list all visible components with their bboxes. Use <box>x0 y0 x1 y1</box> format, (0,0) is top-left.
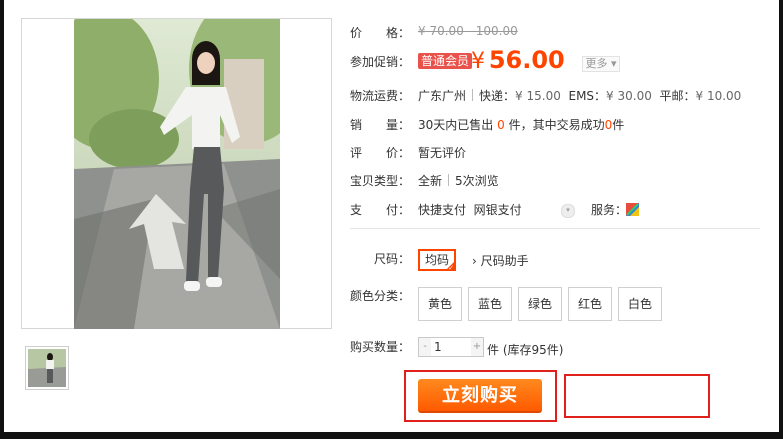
post-fee: ¥ 10.00 <box>695 89 742 103</box>
buy-now-button[interactable]: 立刻购买 <box>418 379 542 413</box>
divider <box>448 174 450 186</box>
buy-now-highlight: 立刻购买 <box>404 370 557 422</box>
express-fee: ¥ 15.00 <box>515 89 561 103</box>
original-price-currency: ¥ <box>418 24 426 38</box>
item-condition: 全新 <box>418 174 443 188</box>
add-to-cart-placeholder[interactable] <box>564 374 710 418</box>
service-label: 服务： <box>591 203 628 217</box>
product-photo <box>74 19 280 329</box>
payment-methods: 快捷支付 网银支付 <box>418 201 522 218</box>
promo-label: 参加促销： <box>350 55 411 69</box>
size-helper-link[interactable]: › 尺码助手 <box>472 252 529 269</box>
ems-label: EMS： <box>568 89 607 103</box>
stock-info: 件 (库存95件) <box>487 343 564 357</box>
color-option-white[interactable]: 白色 <box>618 287 662 321</box>
quantity-label: 购买数量： <box>350 340 411 354</box>
item-type-info: 全新 5次浏览 <box>418 172 499 189</box>
original-price: ¥ 70.00 - 100.00 <box>418 24 518 38</box>
product-thumbnail[interactable] <box>25 346 69 390</box>
sales-mid: 件，其中交易成功 <box>508 118 605 132</box>
product-main-image[interactable] <box>21 18 332 329</box>
item-type-label: 宝贝类型： <box>350 174 411 188</box>
review-label: 评 价： <box>350 146 411 160</box>
check-icon: ✓ <box>448 264 454 272</box>
price-label: 价 格： <box>350 26 411 40</box>
sales-suffix: 件 <box>612 118 625 132</box>
promo-price-currency: ¥ <box>471 49 485 74</box>
color-option-blue[interactable]: 蓝色 <box>468 287 512 321</box>
sold-count: 0 <box>497 118 505 132</box>
size-option-selected[interactable]: 均码 ✓ <box>418 249 456 272</box>
express-label: 快递： <box>479 89 516 103</box>
member-tag-text: 普通会员 <box>418 53 473 69</box>
chevron-down-icon: ▾ <box>607 57 617 70</box>
more-promos-button[interactable]: 更多 ▾ <box>582 56 620 72</box>
original-price-range: 70.00 - 100.00 <box>429 24 518 38</box>
divider <box>472 89 474 101</box>
shipping-info: 广东广州 快递：¥ 15.00 EMS：¥ 30.00 平邮：¥ 10.00 <box>418 87 741 104</box>
post-label: 平邮： <box>659 89 696 103</box>
service-guarantee-icon[interactable] <box>626 203 639 216</box>
section-divider <box>350 228 760 229</box>
ship-from-location[interactable]: 广东广州 <box>418 89 466 103</box>
promo-price: ¥ 56.00 <box>471 45 565 79</box>
quantity-input[interactable]: 1 <box>432 338 471 356</box>
shipping-label: 物流运费： <box>350 89 411 103</box>
view-count: 5次浏览 <box>455 174 499 188</box>
color-option-yellow[interactable]: 黄色 <box>418 287 462 321</box>
chevron-right-icon: › <box>472 254 481 268</box>
ems-fee: ¥ 30.00 <box>606 89 652 103</box>
payment-method-bank: 网银支付 <box>473 203 522 217</box>
promo-price-value: 56.00 <box>488 46 565 74</box>
sales-info: 30天内已售出 0 件，其中交易成功0件 <box>418 116 624 133</box>
payment-label: 支 付： <box>350 203 411 217</box>
more-promos-label: 更多 <box>585 57 608 70</box>
quantity-stepper: - 1 + <box>418 337 484 357</box>
color-option-green[interactable]: 绿色 <box>518 287 562 321</box>
payment-method-quick: 快捷支付 <box>418 203 467 217</box>
size-helper-label: 尺码助手 <box>480 254 529 268</box>
member-tag: 普通会员 <box>418 53 473 69</box>
sales-label: 销 量： <box>350 118 411 132</box>
size-label: 尺码： <box>374 252 411 266</box>
quantity-increase-button[interactable]: + <box>471 338 483 356</box>
payment-dropdown-icon[interactable]: ▾ <box>561 204 575 218</box>
sales-prefix: 30天内已售出 <box>418 118 494 132</box>
color-label: 颜色分类： <box>350 289 411 303</box>
quantity-decrease-button[interactable]: - <box>419 338 431 356</box>
color-option-red[interactable]: 红色 <box>568 287 612 321</box>
review-value: 暂无评价 <box>418 146 467 160</box>
